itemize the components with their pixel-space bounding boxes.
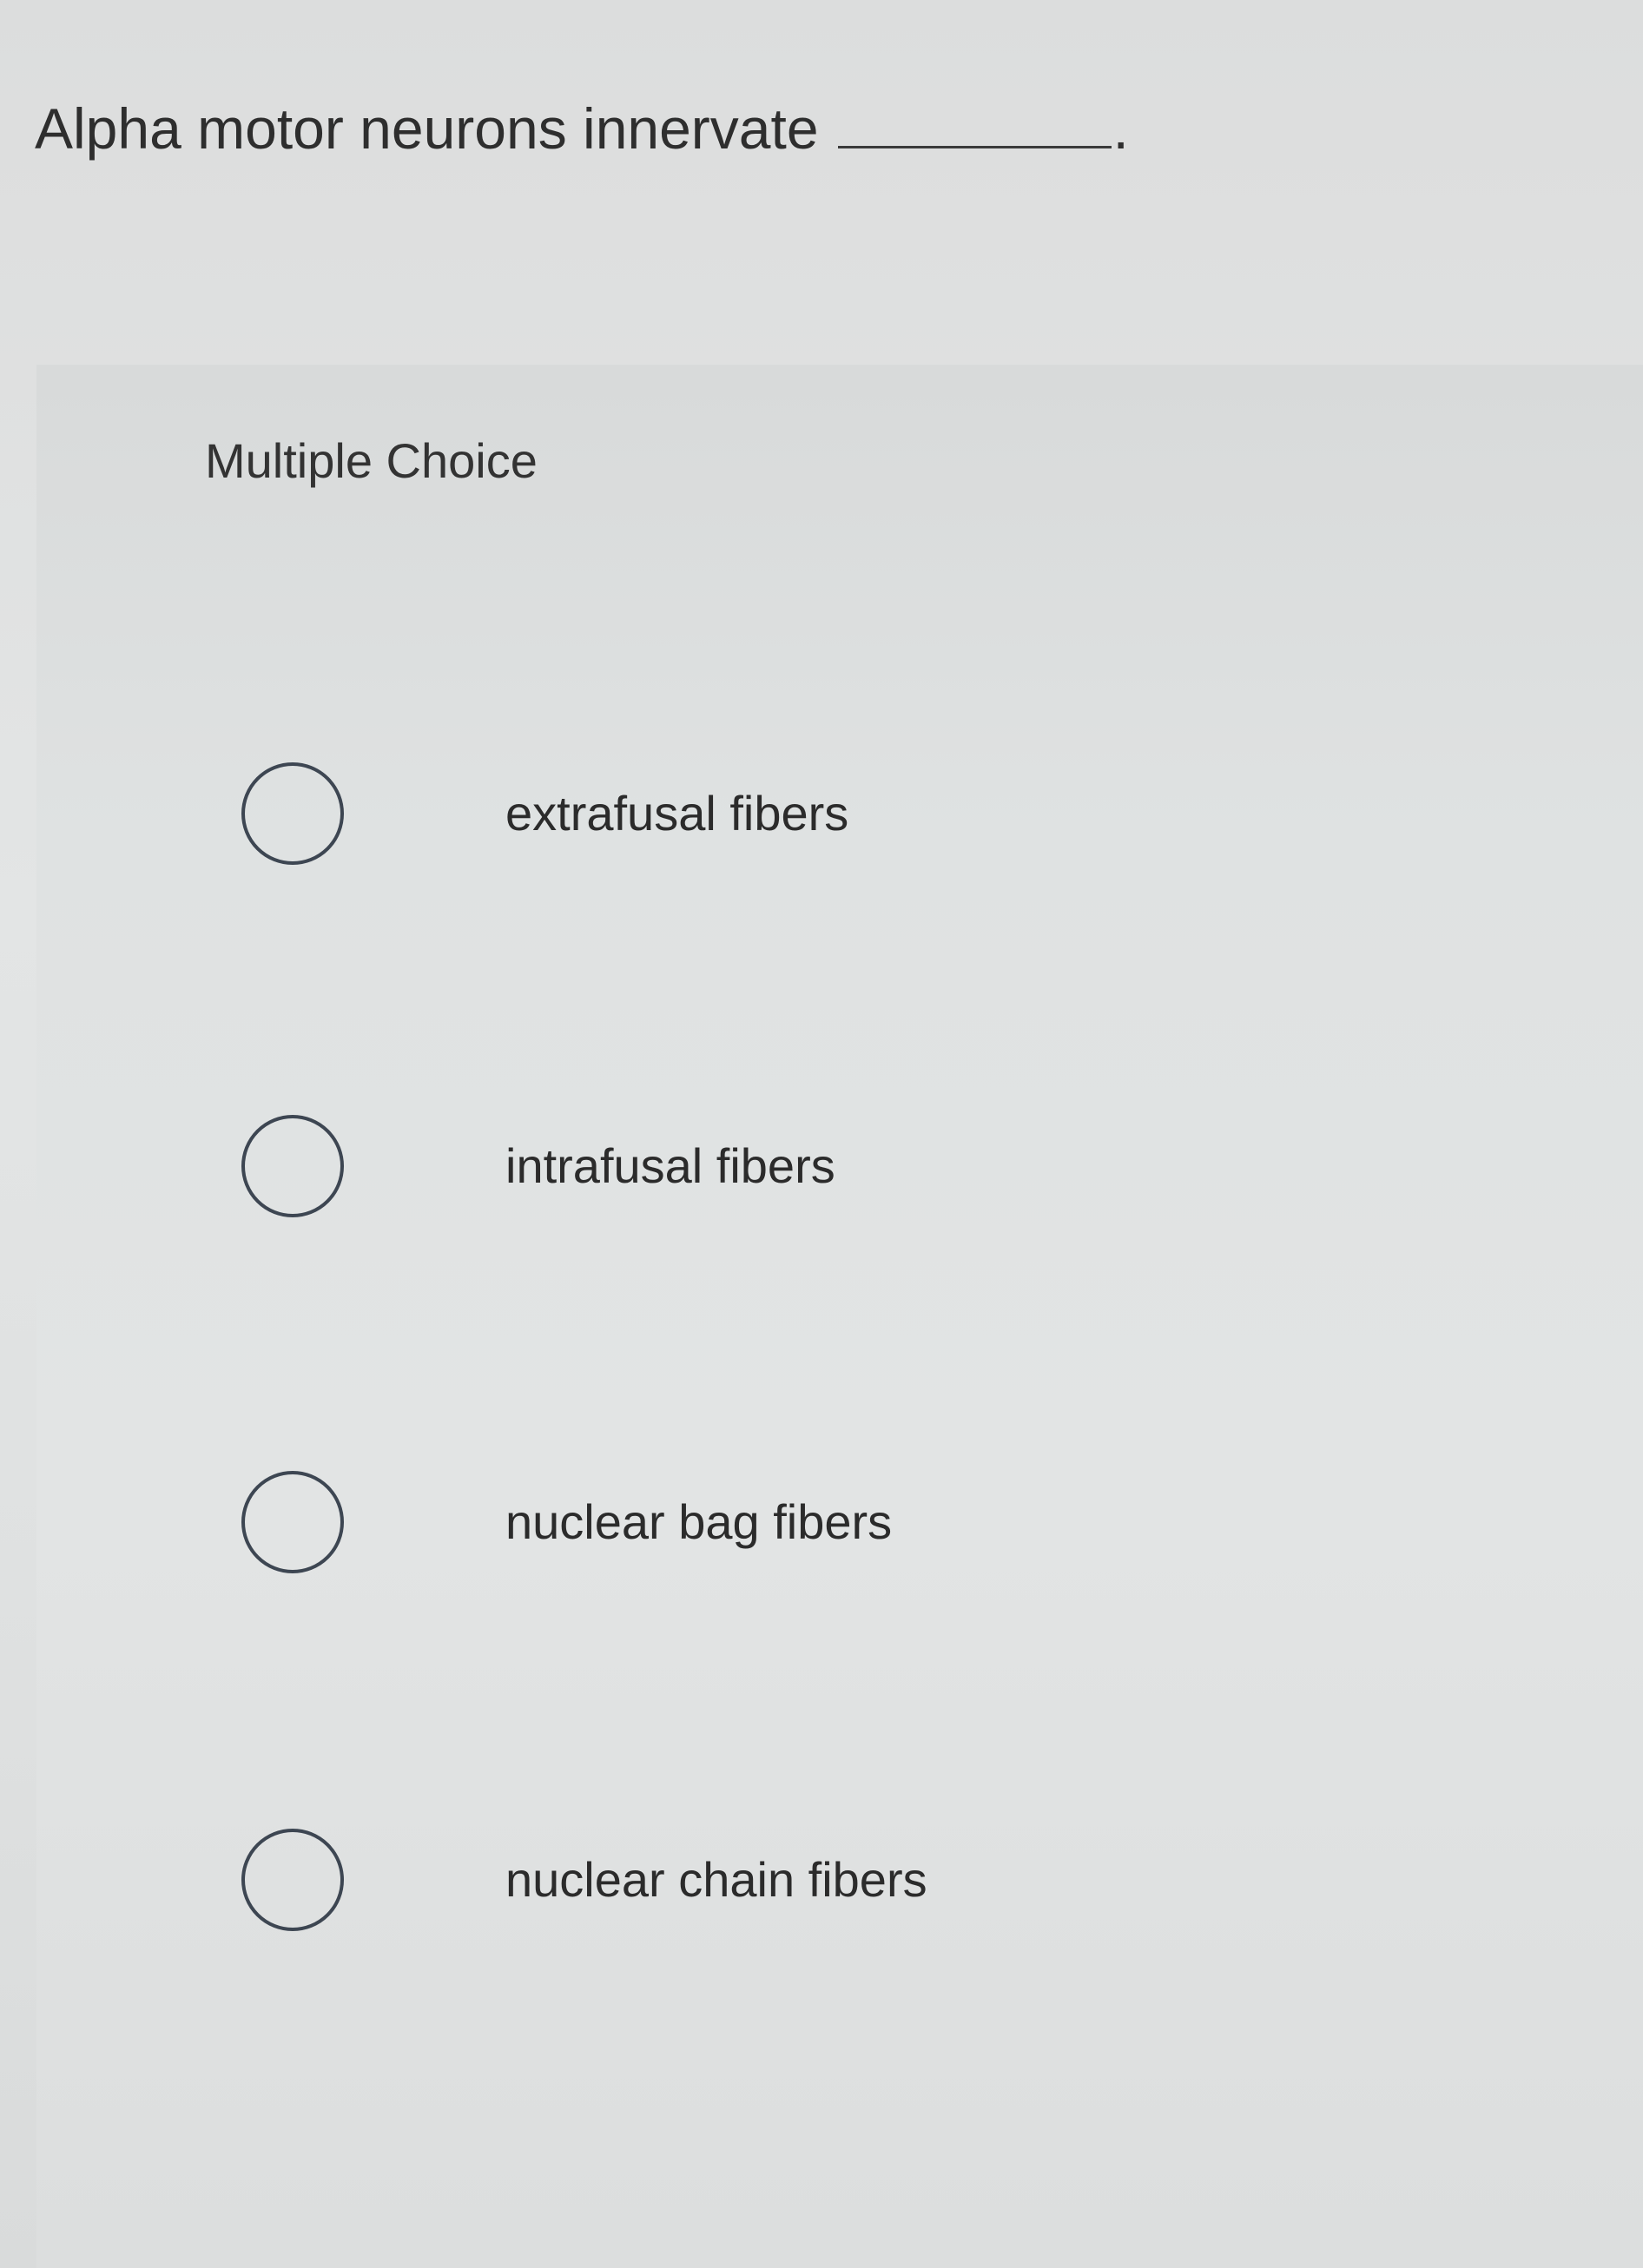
question-terminator: . xyxy=(1112,96,1129,161)
option-label[interactable]: intrafusal fibers xyxy=(505,1136,835,1197)
option-extrafusal-fibers[interactable]: extrafusal fibers xyxy=(241,757,1283,870)
answer-blank xyxy=(837,94,1112,148)
option-label[interactable]: extrafusal fibers xyxy=(505,783,848,844)
option-nuclear-chain-fibers[interactable]: nuclear chain fibers xyxy=(241,1823,1283,1936)
radio-button[interactable] xyxy=(241,1471,344,1573)
option-nuclear-bag-fibers[interactable]: nuclear bag fibers xyxy=(241,1466,1283,1579)
option-intrafusal-fibers[interactable]: intrafusal fibers xyxy=(241,1110,1283,1223)
question-text: Alpha motor neurons innervate xyxy=(35,96,819,161)
radio-button[interactable] xyxy=(241,1115,344,1217)
radio-button[interactable] xyxy=(241,762,344,865)
panel-title: Multiple Choice xyxy=(205,433,538,488)
answer-panel: Multiple Choice extrafusal fibers intraf… xyxy=(36,365,1643,2268)
question-prompt: Alpha motor neurons innervate . xyxy=(35,94,1129,163)
radio-button[interactable] xyxy=(241,1829,344,1931)
option-label[interactable]: nuclear bag fibers xyxy=(505,1492,892,1553)
option-label[interactable]: nuclear chain fibers xyxy=(505,1849,927,1910)
